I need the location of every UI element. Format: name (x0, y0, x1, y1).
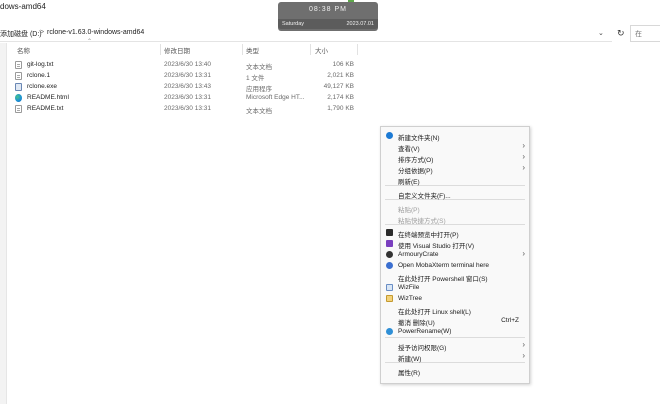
chevron-right-icon: › (522, 163, 525, 172)
file-type: Microsoft Edge HT... (246, 94, 305, 101)
file-name: rclone.exe (27, 83, 57, 90)
menu-separator (385, 337, 525, 338)
menu-item-group-by[interactable]: 分组依据(P) › (381, 163, 529, 175)
wiztree-icon (386, 295, 393, 302)
menu-item-new-folder[interactable]: 新建文件夹(N) (381, 130, 529, 142)
column-divider[interactable] (242, 44, 243, 55)
file-type: 文本文档 (246, 64, 272, 71)
terminal-icon (386, 229, 393, 236)
chevron-right-icon: › (522, 249, 525, 258)
visual-studio-icon (386, 240, 393, 247)
sort-up-icon: ⌃ (87, 39, 93, 45)
menu-item-paste: 粘贴(P) (381, 202, 529, 214)
breadcrumb-drive[interactable]: 添加磁盘 (D:) (0, 29, 42, 39)
menu-item-open-mobaxterm[interactable]: Open MobaXterm terminal here (381, 260, 529, 271)
address-dropdown-icon[interactable]: ⌄ (598, 29, 604, 37)
menu-item-refresh[interactable]: 刷新(E) (381, 174, 529, 186)
menu-item-open-with-vs[interactable]: 使用 Visual Studio 打开(V) (381, 238, 529, 250)
menu-item-shortcut: Ctrl+Z (501, 317, 519, 324)
file-name: README.html (27, 94, 69, 101)
file-type: 应用程序 (246, 86, 272, 93)
search-box[interactable]: 在 (630, 25, 660, 42)
column-divider[interactable] (357, 44, 358, 55)
column-header-size[interactable]: 大小 (315, 45, 328, 55)
file-icon (15, 72, 22, 80)
menu-item-armoury-crate[interactable]: ArmouryCrate › (381, 249, 529, 260)
file-modified: 2023/6/30 13:31 (164, 94, 211, 101)
file-type: 文本文档 (246, 108, 272, 115)
file-row[interactable]: git-log.txt 2023/6/30 13:40 文本文档 106 KB (12, 60, 362, 71)
menu-item-customize-folder[interactable]: 自定义文件夹(F)... (381, 188, 529, 200)
mobaxterm-icon (386, 262, 393, 269)
navigation-pane[interactable] (0, 43, 7, 404)
breadcrumb-separator[interactable]: > (40, 29, 44, 36)
search-text: 在 (635, 31, 642, 38)
column-divider[interactable] (310, 44, 311, 55)
window-title: dows-amd64 (0, 2, 46, 11)
menu-item-paste-shortcut: 粘贴快捷方式(S) (381, 213, 529, 225)
file-size: 1,790 KB (327, 105, 354, 112)
power-rename-icon (386, 328, 393, 335)
file-name: git-log.txt (27, 61, 54, 68)
file-row[interactable]: README.html 2023/6/30 13:31 Microsoft Edge… (12, 93, 362, 103)
file-modified: 2023/6/30 13:40 (164, 61, 211, 68)
wizfile-icon (386, 284, 393, 291)
menu-item-sort-by[interactable]: 排序方式(O) › (381, 152, 529, 164)
new-folder-icon (386, 132, 393, 139)
menu-item-wiztree[interactable]: WizTree (381, 293, 529, 304)
file-size: 49,127 KB (323, 83, 354, 90)
text-file-icon (15, 61, 22, 69)
menu-item-label: 属性(R) (398, 370, 421, 377)
context-menu: 新建文件夹(N) 查看(V) › 排序方式(O) › 分组依据(P) › 刷新(E) 自定义文件… (380, 126, 530, 384)
file-name: README.txt (27, 105, 64, 112)
menu-item-properties[interactable]: 属性(R) (381, 365, 529, 377)
menu-item-open-powershell[interactable]: 在此处打开 Powershell 窗口(S) (381, 271, 529, 283)
menu-item-label: PowerRename(W) (398, 328, 452, 335)
file-row[interactable]: README.txt 2023/6/30 13:31 文本文档 1,790 KB (12, 104, 362, 115)
file-size: 2,174 KB (327, 94, 354, 101)
menu-item-undo-delete[interactable]: 撤消 删除(U) Ctrl+Z (381, 315, 529, 327)
edge-icon (15, 94, 22, 102)
chevron-right-icon: › (522, 340, 525, 349)
column-divider[interactable] (160, 44, 161, 55)
menu-item-label: 自定义文件夹(F)... (398, 193, 451, 200)
file-name: rclone.1 (27, 72, 51, 79)
menu-item-open-linux-shell[interactable]: 在此处打开 Linux shell(L) (381, 304, 529, 316)
text-file-icon (15, 105, 22, 113)
menu-item-grant-access[interactable]: 授予访问权限(G) › (381, 340, 529, 352)
exe-icon (15, 83, 22, 91)
menu-item-label: WizFile (398, 284, 420, 291)
file-type: 1 文件 (246, 75, 265, 82)
menu-item-wizfile[interactable]: WizFile (381, 282, 529, 293)
file-size: 106 KB (332, 61, 354, 68)
file-modified: 2023/6/30 13:43 (164, 83, 211, 90)
column-header-modified[interactable]: 修改日期 (164, 45, 190, 55)
file-modified: 2023/6/30 13:31 (164, 105, 211, 112)
chevron-right-icon: › (522, 152, 525, 161)
menu-item-label: ArmouryCrate (398, 251, 439, 258)
menu-item-open-in-terminal[interactable]: 在终端预览中打开(P) (381, 227, 529, 239)
file-size: 2,021 KB (327, 72, 354, 79)
menu-item-label: 粘贴快捷方式(S) (398, 218, 446, 225)
column-header-type[interactable]: 类型 (246, 45, 259, 55)
file-row[interactable]: rclone.exe 2023/6/30 13:43 应用程序 49,127 KB (12, 82, 362, 93)
menu-item-new[interactable]: 新建(W) › (381, 351, 529, 363)
chevron-right-icon: › (522, 141, 525, 150)
breadcrumb-folder[interactable]: rclone-v1.63.0-windows-amd64 (47, 29, 144, 36)
menu-item-label: 新建(W) (398, 356, 422, 363)
menu-item-label: WizTree (398, 295, 422, 302)
menu-item-label: 刷新(E) (398, 179, 420, 186)
clock-time: 08:38 PM (309, 6, 347, 13)
column-header-name[interactable]: 名称 (17, 45, 30, 55)
menu-item-power-rename[interactable]: PowerRename(W) (381, 326, 529, 337)
chevron-right-icon: › (522, 351, 525, 360)
file-row[interactable]: rclone.1 2023/6/30 13:31 1 文件 2,021 KB (12, 71, 362, 82)
menu-item-view[interactable]: 查看(V) › (381, 141, 529, 153)
refresh-icon[interactable]: ↻ (617, 28, 625, 39)
menu-item-label: Open MobaXterm terminal here (398, 262, 490, 269)
file-modified: 2023/6/30 13:31 (164, 72, 211, 79)
armoury-crate-icon (386, 251, 393, 258)
